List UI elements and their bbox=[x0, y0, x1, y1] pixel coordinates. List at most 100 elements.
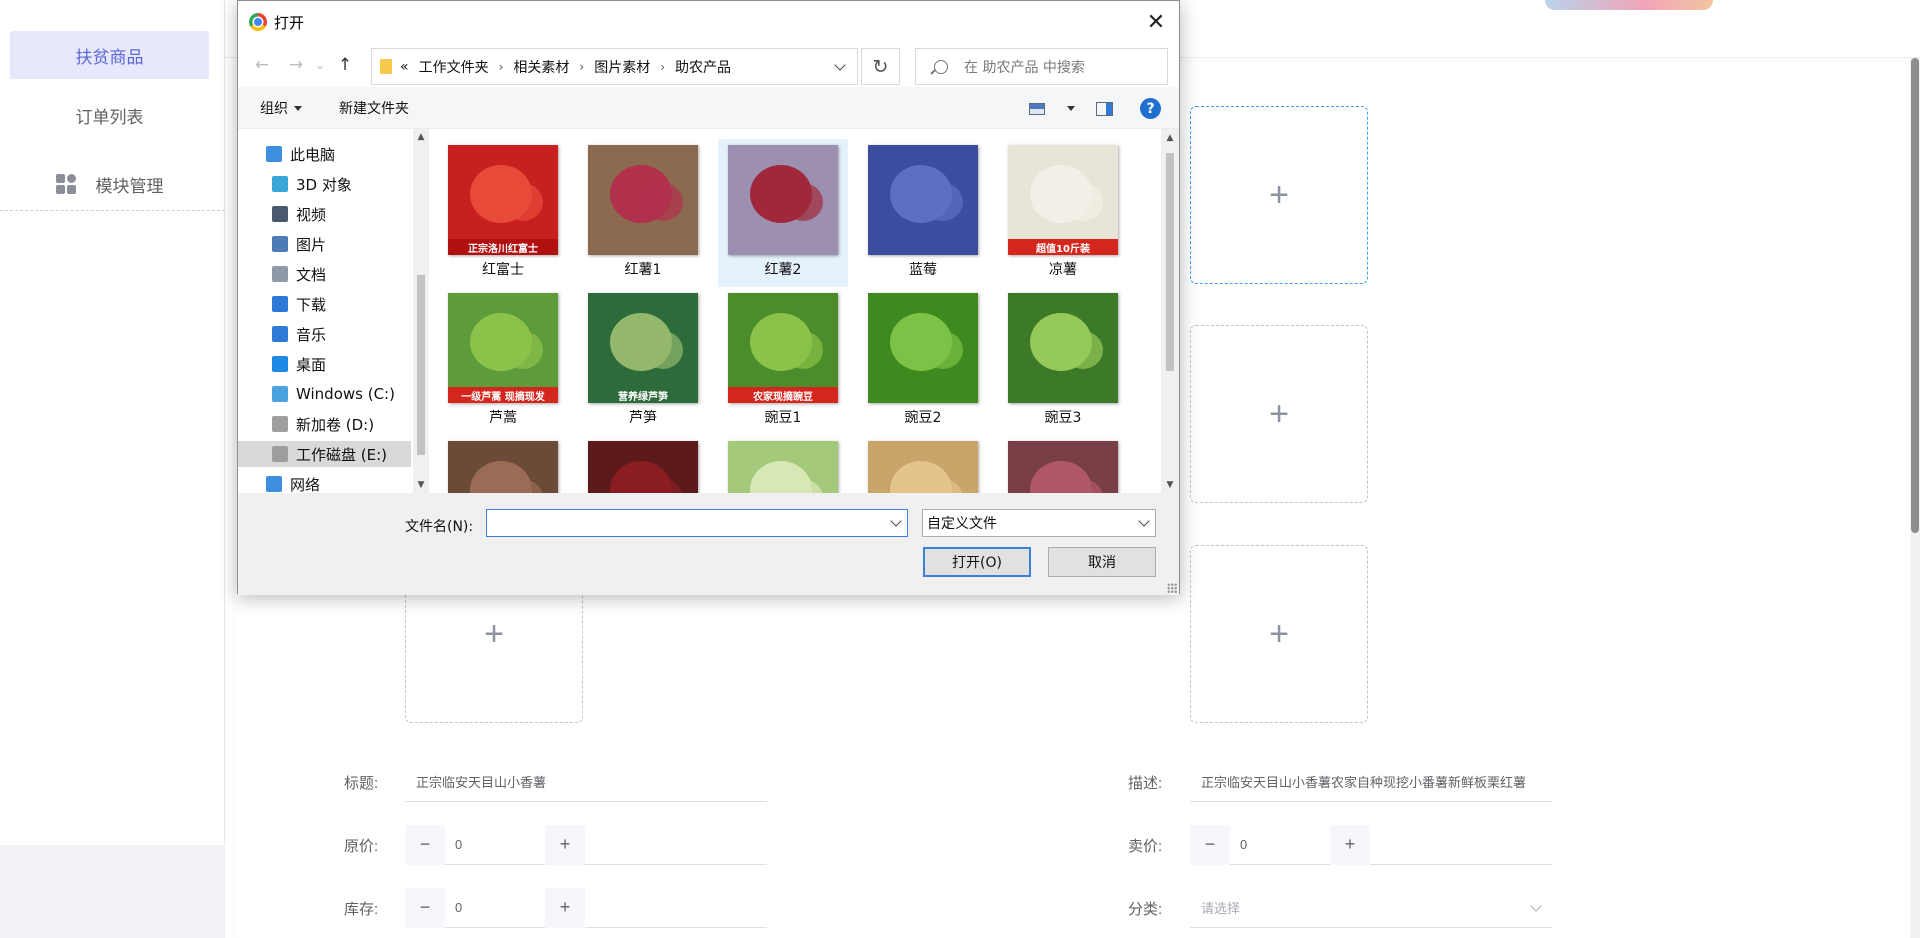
title-input[interactable]: 正宗临安天目山小香薯 bbox=[405, 762, 767, 802]
open-button[interactable]: 打开(O) bbox=[923, 547, 1031, 577]
filetype-select[interactable]: 自定义文件 bbox=[922, 509, 1156, 537]
tree-item[interactable]: Windows (C:) bbox=[238, 381, 411, 407]
tree-item[interactable]: 下载 bbox=[238, 291, 411, 317]
breadcrumb-overflow[interactable]: « bbox=[400, 59, 409, 75]
file-thumbnail: 正宗洛川红富士 bbox=[448, 145, 558, 255]
increment-button[interactable]: + bbox=[1330, 824, 1370, 865]
sidebar-item-orders[interactable]: 订单列表 bbox=[10, 91, 209, 139]
file-item[interactable]: 红薯1 bbox=[578, 139, 708, 287]
view-options-caret[interactable] bbox=[1067, 106, 1075, 111]
file-item[interactable]: 红薯2 bbox=[718, 139, 848, 287]
file-item[interactable] bbox=[858, 435, 988, 493]
file-list-scrollbar[interactable]: ▲ ▼ bbox=[1161, 129, 1179, 493]
view-mode-icon[interactable] bbox=[1029, 103, 1045, 115]
scroll-down-icon[interactable]: ▼ bbox=[1161, 476, 1179, 493]
file-item[interactable]: 超值10斤装 凉薯 bbox=[998, 139, 1128, 287]
file-item[interactable]: 营养绿芦笋 芦笋 bbox=[578, 287, 708, 435]
file-item[interactable]: 豌豆3 bbox=[998, 287, 1128, 435]
navigation-pane-scrollbar[interactable]: ▲ ▼ bbox=[413, 129, 429, 493]
category-select[interactable]: 请选择 bbox=[1190, 888, 1552, 928]
tree-item[interactable]: 工作磁盘 (E:) bbox=[238, 441, 411, 467]
drive-c-icon bbox=[272, 386, 288, 402]
image-upload-slot[interactable]: + bbox=[1190, 106, 1368, 284]
address-bar[interactable]: « 工作文件夹 › 相关素材 › 图片素材 › 助农产品 bbox=[371, 48, 858, 85]
scroll-up-icon[interactable]: ▲ bbox=[1161, 129, 1179, 146]
image-upload-slot[interactable]: + bbox=[1190, 545, 1368, 723]
scrollbar-thumb[interactable] bbox=[417, 275, 425, 455]
tree-item[interactable]: 图片 bbox=[238, 231, 411, 257]
sale-price-value[interactable]: 0 bbox=[1230, 825, 1330, 865]
address-dropdown-button[interactable] bbox=[823, 49, 857, 84]
increment-button[interactable]: + bbox=[545, 887, 585, 928]
organize-menu[interactable]: 组织 bbox=[260, 87, 302, 129]
filename-history-dropdown[interactable] bbox=[885, 510, 907, 536]
original-price-label: 原价: bbox=[344, 838, 379, 855]
decrement-button[interactable]: − bbox=[405, 887, 445, 928]
decrement-button[interactable]: − bbox=[405, 824, 445, 865]
category-placeholder: 请选择 bbox=[1201, 901, 1241, 916]
dialog-title: 打开 bbox=[274, 14, 305, 32]
description-input[interactable]: 正宗临安天目山小香薯农家自种现挖小番薯新鲜板栗红薯 bbox=[1190, 762, 1552, 802]
tree-item[interactable]: 音乐 bbox=[238, 321, 411, 347]
file-item[interactable]: 蓝莓 bbox=[858, 139, 988, 287]
file-item[interactable]: 现摘现发 bbox=[718, 435, 848, 493]
search-icon bbox=[934, 59, 948, 74]
resize-grip-icon[interactable] bbox=[1167, 583, 1177, 593]
chevron-right-icon[interactable]: › bbox=[499, 60, 504, 74]
filetype-value: 自定义文件 bbox=[927, 516, 997, 532]
file-item[interactable] bbox=[998, 435, 1128, 493]
grid-icon bbox=[55, 174, 76, 194]
chevron-right-icon[interactable]: › bbox=[660, 60, 665, 74]
scroll-up-icon[interactable]: ▲ bbox=[413, 129, 429, 145]
image-upload-slot[interactable]: + bbox=[1190, 325, 1368, 503]
scroll-down-icon[interactable]: ▼ bbox=[413, 477, 429, 493]
preview-pane-icon[interactable] bbox=[1096, 102, 1113, 116]
search-input[interactable]: 在 助农产品 中搜索 bbox=[915, 48, 1168, 85]
refresh-button[interactable]: ↻ bbox=[861, 48, 900, 85]
pictures-icon bbox=[272, 236, 288, 252]
thumbnail-caption: 一级芦蒿 现摘现发 bbox=[448, 387, 558, 403]
file-item[interactable]: 山东大樱桃 bbox=[578, 435, 708, 493]
sidebar-item-modules[interactable]: 模块管理 bbox=[10, 160, 209, 208]
filetype-dropdown[interactable] bbox=[1133, 510, 1155, 536]
tree-item-label: 网络 bbox=[290, 475, 321, 494]
tree-item[interactable]: 桌面 bbox=[238, 351, 411, 377]
thumbnail-caption: 正宗洛川红富士 bbox=[448, 239, 558, 255]
file-item[interactable]: 5斤5-8个芋头 bbox=[438, 435, 568, 493]
recent-locations-button[interactable]: ⌄ bbox=[308, 52, 332, 78]
original-price-value[interactable]: 0 bbox=[445, 825, 545, 865]
decrement-button[interactable]: − bbox=[1190, 824, 1230, 865]
stock-value[interactable]: 0 bbox=[445, 888, 545, 928]
tree-item[interactable]: 视频 bbox=[238, 201, 411, 227]
help-icon[interactable]: ? bbox=[1140, 98, 1161, 119]
page-scrollbar[interactable] bbox=[1910, 58, 1920, 938]
sidebar-item-products[interactable]: 扶贫商品 bbox=[10, 31, 209, 79]
tree-item[interactable]: 网络 bbox=[238, 471, 411, 493]
up-button[interactable]: ↑ bbox=[333, 52, 357, 78]
navigation-bar: ← → ⌄ ↑ « 工作文件夹 › 相关素材 › 图片素材 › 助农产品 ↻ 在… bbox=[238, 43, 1179, 87]
breadcrumb-item[interactable]: 助农产品 bbox=[675, 57, 731, 77]
tree-item[interactable]: 文档 bbox=[238, 261, 411, 287]
file-item[interactable]: 正宗洛川红富士 红富士 bbox=[438, 139, 568, 287]
file-item[interactable]: 一级芦蒿 现摘现发 芦蒿 bbox=[438, 287, 568, 435]
tree-item[interactable]: 3D 对象 bbox=[238, 171, 411, 197]
chevron-right-icon[interactable]: › bbox=[579, 60, 584, 74]
tree-item[interactable]: 新加卷 (D:) bbox=[238, 411, 411, 437]
increment-button[interactable]: + bbox=[545, 824, 585, 865]
breadcrumb-item[interactable]: 工作文件夹 bbox=[419, 57, 489, 77]
scrollbar-thumb[interactable] bbox=[1166, 153, 1174, 371]
tree-item[interactable]: 此电脑 bbox=[238, 141, 411, 167]
music-icon bbox=[272, 326, 288, 342]
file-item[interactable]: 豌豆2 bbox=[858, 287, 988, 435]
filename-input[interactable] bbox=[486, 509, 908, 537]
file-item[interactable]: 农家现摘豌豆 豌豆1 bbox=[718, 287, 848, 435]
scrollbar-thumb[interactable] bbox=[1911, 58, 1919, 533]
cancel-button[interactable]: 取消 bbox=[1048, 547, 1156, 577]
breadcrumb-item[interactable]: 图片素材 bbox=[594, 57, 650, 77]
forward-button[interactable]: → bbox=[284, 52, 308, 78]
new-folder-button[interactable]: 新建文件夹 bbox=[339, 87, 409, 129]
close-button[interactable]: ✕ bbox=[1133, 1, 1179, 43]
file-name: 红薯2 bbox=[764, 262, 802, 278]
back-button[interactable]: ← bbox=[250, 52, 274, 78]
breadcrumb-item[interactable]: 相关素材 bbox=[513, 57, 569, 77]
